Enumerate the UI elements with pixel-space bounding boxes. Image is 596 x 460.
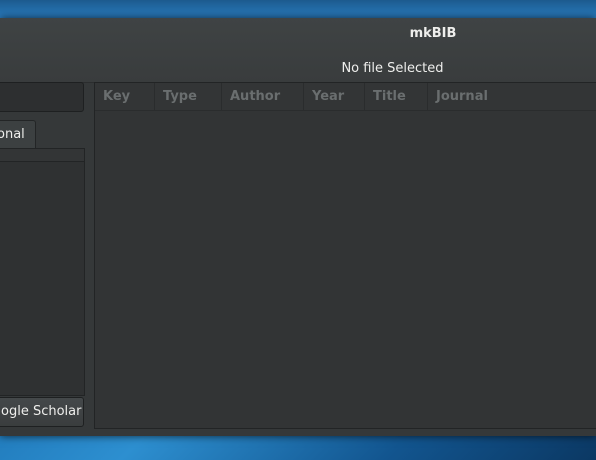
desktop-background-top — [0, 0, 596, 18]
table-header: Key Type Author Year Title Journal — [95, 83, 596, 111]
app-window: mkBIB No file Selected onal ogle Scholar… — [0, 18, 596, 436]
tab-label: onal — [0, 127, 25, 142]
window-title: mkBIB — [409, 26, 457, 41]
header-bar[interactable]: mkBIB No file Selected — [0, 18, 596, 83]
column-header-year[interactable]: Year — [304, 83, 365, 110]
column-header-key[interactable]: Key — [95, 83, 155, 110]
column-header-author[interactable]: Author — [222, 83, 304, 110]
bibliography-table[interactable]: Key Type Author Year Title Journal — [94, 82, 596, 429]
sidebar-list[interactable] — [0, 148, 85, 396]
sidebar-tab-strip: onal — [0, 120, 86, 148]
window-subtitle: No file Selected — [341, 61, 444, 76]
search-input[interactable] — [0, 82, 84, 112]
sidebar-list-header — [0, 149, 84, 162]
google-scholar-button-label: ogle Scholar — [1, 404, 82, 419]
window-bottom-edge — [0, 429, 596, 436]
column-header-title[interactable]: Title — [365, 83, 428, 110]
tab-personal[interactable]: onal — [0, 120, 36, 148]
google-scholar-button[interactable]: ogle Scholar — [0, 397, 84, 427]
column-header-type[interactable]: Type — [155, 83, 222, 110]
column-header-journal[interactable]: Journal — [428, 83, 596, 110]
